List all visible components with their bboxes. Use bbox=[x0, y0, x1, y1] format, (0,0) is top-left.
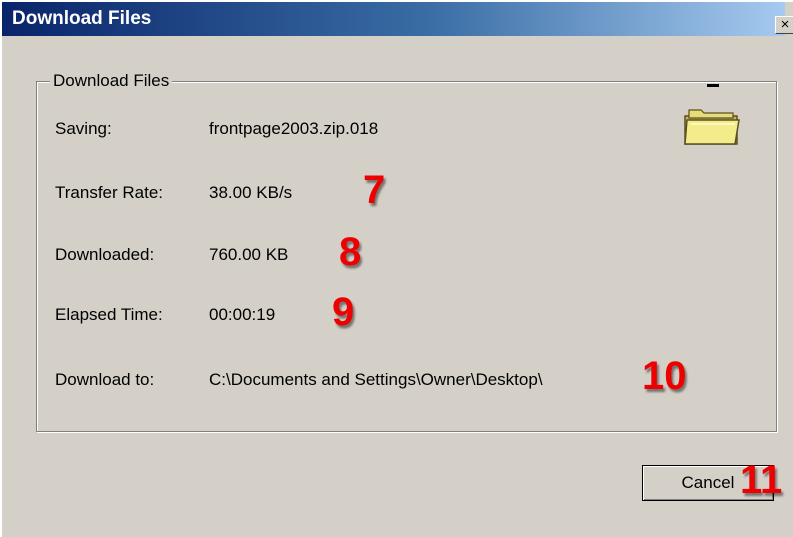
saving-value: frontpage2003.zip.018 bbox=[209, 119, 379, 138]
download-to-label: Download to: bbox=[55, 370, 155, 389]
transfer-rate-label: Transfer Rate: bbox=[55, 183, 164, 202]
download-files-dialog: Download Files × Download Files Saving: … bbox=[0, 0, 793, 537]
title-bar[interactable]: Download Files × bbox=[2, 2, 793, 36]
elapsed-time-value: 00:00:19 bbox=[209, 305, 276, 324]
window-title: Download Files bbox=[12, 8, 152, 29]
close-button[interactable]: × bbox=[775, 16, 793, 34]
annotation-9: 9 bbox=[332, 290, 355, 334]
download-to-value: C:\Documents and Settings\Owner\Desktop\ bbox=[209, 370, 543, 389]
saving-label: Saving: bbox=[55, 119, 112, 138]
annotation-7: 7 bbox=[363, 168, 386, 212]
downloaded-value: 760.00 KB bbox=[209, 245, 289, 264]
folder-icon bbox=[684, 84, 740, 145]
annotation-8: 8 bbox=[339, 230, 362, 274]
groupbox-legend: Download Files bbox=[50, 71, 173, 91]
downloaded-label: Downloaded: bbox=[55, 245, 155, 264]
transfer-rate-value: 38.00 KB/s bbox=[209, 183, 293, 202]
annotation-11: 11 bbox=[740, 458, 783, 502]
elapsed-time-label: Elapsed Time: bbox=[55, 305, 163, 324]
annotation-10: 10 bbox=[642, 354, 687, 398]
